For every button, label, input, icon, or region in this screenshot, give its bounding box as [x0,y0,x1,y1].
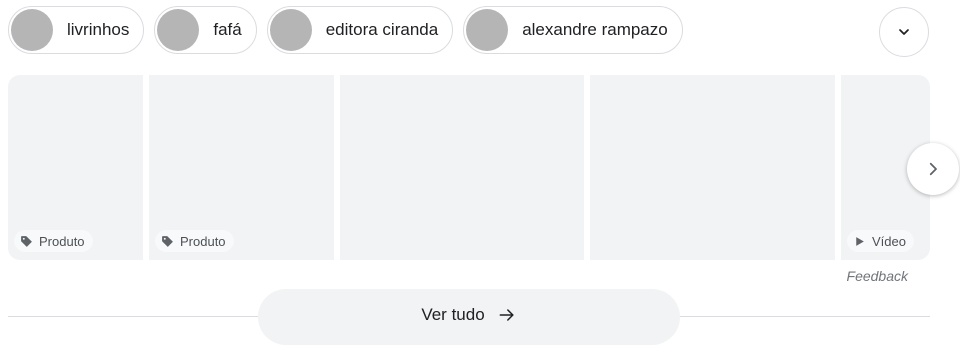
see-all-button[interactable]: Ver tudo [258,289,680,345]
tag-icon [21,235,32,247]
chip-avatar [11,9,53,51]
chip-label: fafá [213,20,242,39]
chip-label: livrinhos [67,20,130,39]
play-icon [856,236,864,246]
carousel-next-button[interactable] [907,143,959,195]
chevron-right-icon [929,162,937,176]
chip-label: editora ciranda [325,20,439,39]
chip-avatar [466,9,509,51]
chip-avatar [157,9,200,51]
see-all-label: Ver tudo [421,305,485,324]
chip-livrinhos[interactable]: livrinhos [8,6,145,54]
chevron-down-icon [899,29,909,35]
chip-alexandre-rampazo[interactable]: alexandre rampazo [463,6,683,54]
chip-editora-ciranda[interactable]: editora ciranda [266,6,454,54]
chip-avatar [269,9,312,51]
tag-label: Produto [39,233,85,249]
tag-label: Vídeo [872,233,906,249]
chip-fafa[interactable]: fafá [154,6,257,54]
carousel-card[interactable] [340,75,584,260]
tag-icon [162,235,173,247]
video-tag: Vídeo [847,230,914,252]
product-tag: Produto [155,230,234,252]
divider-right [680,316,930,317]
carousel-card[interactable]: Produto [149,75,334,260]
feedback-link[interactable]: Feedback [847,268,908,284]
carousel-card[interactable]: Produto [8,75,143,260]
expand-chips-button[interactable] [879,7,929,57]
product-tag: Produto [14,230,93,252]
image-carousel: Produto Produto Vídeo [8,75,930,260]
carousel-card[interactable] [590,75,835,260]
related-searches-chips: livrinhos fafá editora ciranda alexandre… [8,6,683,54]
chip-label: alexandre rampazo [522,20,668,39]
tag-label: Produto [180,233,226,249]
divider-left [8,316,258,317]
arrow-right-icon [499,309,514,321]
